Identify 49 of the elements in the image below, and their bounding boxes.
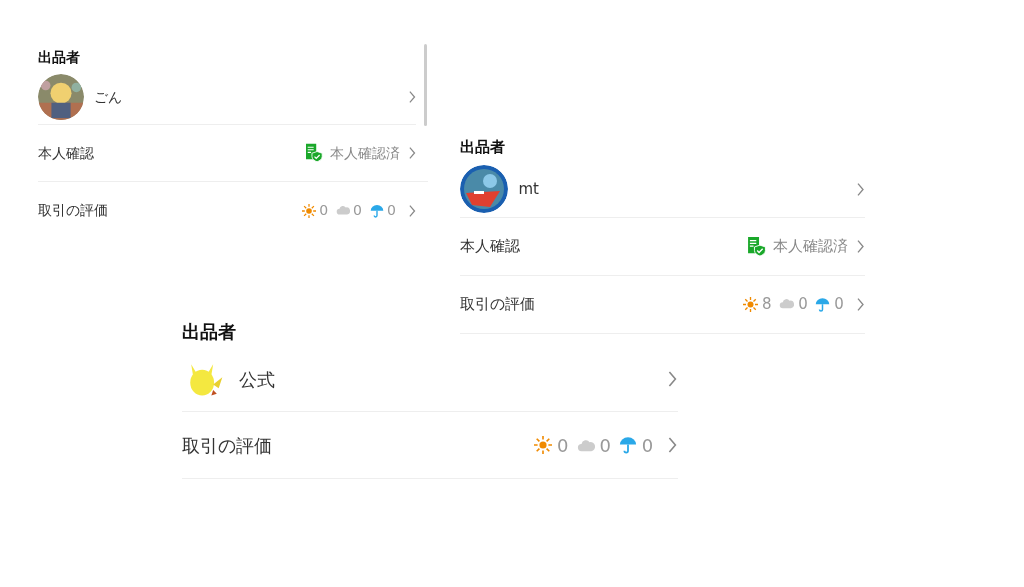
- verified-id-icon: [746, 235, 766, 257]
- section-heading: 出品者: [460, 138, 506, 158]
- info-row[interactable]: 本人確認 本人確認済: [38, 125, 428, 183]
- chevron-icon: [856, 238, 865, 254]
- cloud-count: 0: [353, 201, 362, 221]
- umbrella-count: 0: [834, 293, 844, 315]
- sun-count: 8: [762, 293, 772, 315]
- cloud-count: 0: [599, 433, 611, 458]
- chevron-icon: [407, 146, 416, 161]
- row-label: 取引の評価: [460, 293, 535, 315]
- sun-icon: [301, 203, 316, 218]
- seller-name: ごん: [93, 87, 122, 107]
- info-row[interactable]: 取引の評価 0 0 0: [182, 412, 678, 480]
- section-heading: 出品者: [38, 48, 81, 67]
- verified-id-icon: [305, 143, 324, 163]
- cloud-icon: [576, 438, 595, 453]
- seller-row[interactable]: mt: [460, 161, 865, 218]
- row-label: 取引の評価: [182, 433, 272, 458]
- row-label: 本人確認: [460, 235, 520, 257]
- cloud-count: 0: [798, 293, 808, 315]
- seller-row[interactable]: ごん: [38, 70, 416, 126]
- seller-name: 公式: [238, 367, 275, 392]
- cloud-icon: [779, 298, 795, 310]
- verification-status: 本人確認済: [772, 235, 848, 257]
- info-row[interactable]: 本人確認 本人確認済: [460, 217, 865, 276]
- row-label: 取引の評価: [38, 201, 108, 221]
- sun-icon: [534, 436, 553, 455]
- chevron-icon: [856, 181, 865, 197]
- sun-count: 0: [556, 433, 569, 458]
- umbrella-icon: [619, 436, 638, 455]
- umbrella-icon: [815, 296, 831, 312]
- info-row[interactable]: 取引の評価 8 0 0: [460, 275, 865, 334]
- chevron-icon: [407, 90, 416, 105]
- row-label: 本人確認: [38, 143, 94, 163]
- umbrella-count: 0: [641, 433, 654, 458]
- chevron-icon: [667, 436, 678, 455]
- seller-row[interactable]: 公式: [182, 347, 678, 413]
- info-row[interactable]: 取引の評価 0 0 0: [38, 182, 428, 240]
- section-heading: 出品者: [182, 320, 237, 344]
- chevron-icon: [856, 296, 865, 312]
- cloud-icon: [335, 205, 350, 216]
- verification-status: 本人確認済: [329, 143, 400, 163]
- sun-icon: [743, 296, 759, 312]
- umbrella-icon: [369, 203, 384, 218]
- chevron-icon: [667, 370, 678, 389]
- umbrella-count: 0: [387, 201, 396, 221]
- seller-name: mt: [518, 178, 539, 200]
- sun-count: 0: [319, 201, 329, 221]
- chevron-icon: [407, 203, 416, 218]
